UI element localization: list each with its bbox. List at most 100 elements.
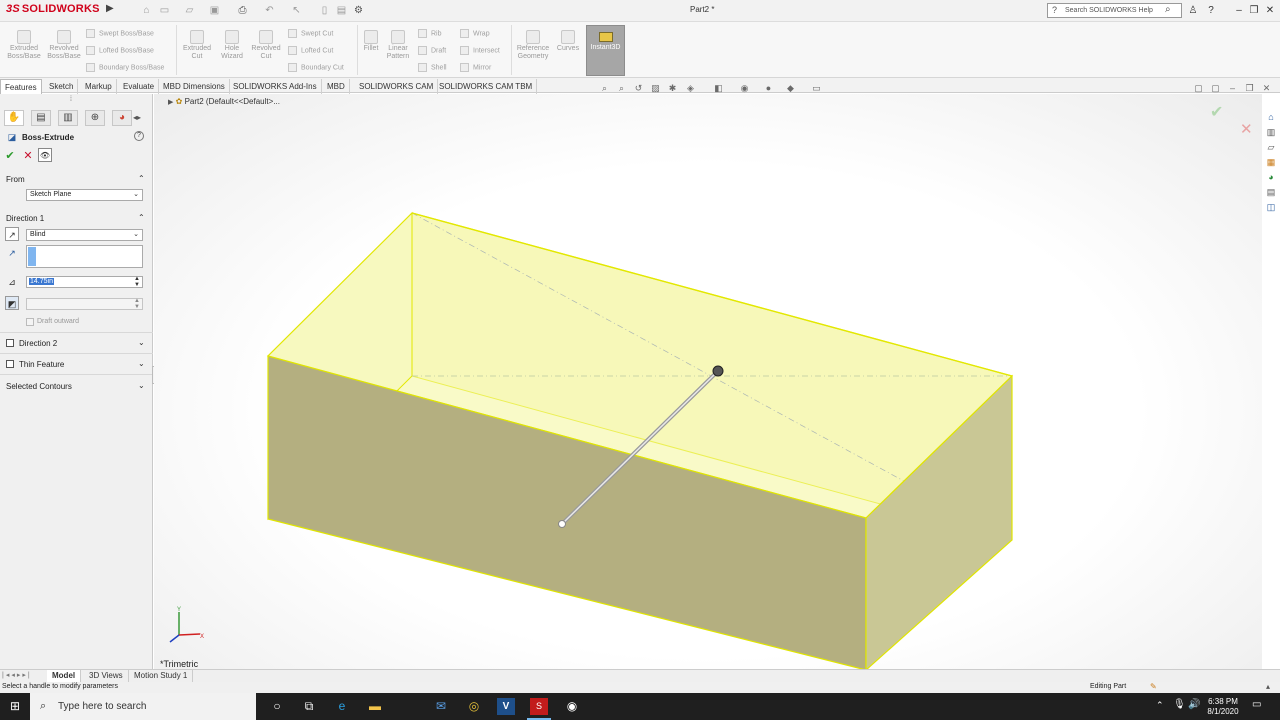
- tab-markup[interactable]: Markup: [81, 79, 117, 94]
- bottom-tab-model[interactable]: Model: [47, 670, 82, 682]
- feature-manager-tab-icon[interactable]: ✋: [4, 110, 24, 126]
- lofted-boss-button[interactable]: Lofted Boss/Base: [86, 46, 154, 55]
- end-condition-dropdown[interactable]: Blind ⌄: [26, 229, 143, 241]
- ok-checkmark-icon[interactable]: ✔: [3, 149, 17, 163]
- swept-boss-button[interactable]: Swept Boss/Base: [86, 29, 154, 38]
- extruded-boss-button[interactable]: Extruded Boss/Base: [4, 30, 44, 61]
- direction2-checkbox[interactable]: [6, 339, 14, 347]
- design-library-icon[interactable]: ▥: [1264, 126, 1278, 139]
- options-gear-icon[interactable]: ⚙: [352, 4, 365, 17]
- draft-outward-checkbox[interactable]: [26, 318, 34, 326]
- extruded-cut-button[interactable]: Extruded Cut: [180, 30, 214, 61]
- configuration-manager-tab-icon[interactable]: ▥: [58, 110, 78, 126]
- expand-direction2-chevron-icon[interactable]: ⌄: [138, 338, 145, 347]
- depth-drag-handle[interactable]: [712, 365, 724, 377]
- help-search-box[interactable]: ? Search SOLIDWORKS Help ⌕: [1047, 3, 1182, 18]
- depth-input[interactable]: 14.75in ▲ ▼: [26, 276, 143, 288]
- appearances-icon[interactable]: ◕: [1264, 171, 1278, 184]
- confirm-cancel-icon[interactable]: ✕: [1240, 120, 1253, 138]
- linear-pattern-button[interactable]: Linear Pattern: [384, 30, 412, 61]
- draft-spinner-icon[interactable]: ▲ ▼: [134, 298, 140, 310]
- task-view-icon[interactable]: ⧉: [300, 698, 318, 715]
- chrome-icon[interactable]: ◎: [465, 698, 483, 715]
- rib-button[interactable]: Rib: [418, 29, 442, 38]
- wrap-button[interactable]: Wrap: [460, 29, 490, 38]
- menu-expand-arrow-icon[interactable]: ▶: [106, 3, 114, 14]
- collapse-from-chevron-icon[interactable]: ⌃: [138, 174, 145, 183]
- file-properties-icon[interactable]: ▤: [335, 4, 348, 17]
- thin-feature-checkbox[interactable]: [6, 360, 14, 368]
- display-manager-tab-icon[interactable]: ◕: [112, 110, 132, 126]
- revolved-boss-button[interactable]: Revolved Boss/Base: [45, 30, 83, 61]
- lofted-cut-button[interactable]: Lofted Cut: [288, 46, 333, 55]
- intersect-button[interactable]: Intersect: [460, 46, 500, 55]
- depth-spinner-icon[interactable]: ▲ ▼: [134, 276, 140, 288]
- reference-geometry-button[interactable]: Reference Geometry: [514, 30, 552, 61]
- tab-features[interactable]: Features: [0, 79, 42, 94]
- tab-mbd-dimensions[interactable]: MBD Dimensions: [159, 79, 230, 94]
- tab-scroll-arrows-icon[interactable]: |◂◂▸▸|: [2, 671, 32, 679]
- user-account-icon[interactable]: ♙: [1186, 3, 1200, 18]
- close-window-icon[interactable]: ✕: [1263, 3, 1277, 18]
- rebuild-status-icon[interactable]: ✎: [1150, 682, 1157, 691]
- customize-status-icon[interactable]: ▴: [1266, 682, 1270, 691]
- open-icon[interactable]: ▱: [183, 4, 196, 17]
- help-icon[interactable]: ?: [1204, 3, 1218, 18]
- detailed-preview-eye-icon[interactable]: 👁: [38, 148, 52, 162]
- restore-window-icon[interactable]: ❐: [1247, 3, 1261, 18]
- shell-button[interactable]: Shell: [418, 63, 447, 72]
- extrude-preview-canvas[interactable]: [154, 94, 1262, 670]
- confirm-ok-icon[interactable]: ✔: [1210, 102, 1223, 122]
- solidworks-resources-icon[interactable]: ⌂: [1264, 111, 1278, 124]
- notifications-icon[interactable]: ▭: [1252, 699, 1261, 710]
- draft-angle-input[interactable]: ▲ ▼: [26, 298, 143, 310]
- draft-on-off-icon[interactable]: ◩: [5, 296, 19, 310]
- mail-icon[interactable]: ✉: [432, 698, 450, 715]
- show-hidden-icons-icon[interactable]: ⌃: [1156, 700, 1164, 711]
- help-circle-icon[interactable]: ?: [134, 131, 144, 141]
- instant3d-button[interactable]: Instant3D: [586, 25, 625, 76]
- hole-wizard-button[interactable]: Hole Wizard: [216, 30, 248, 61]
- expand-selected-contours-chevron-icon[interactable]: ⌄: [138, 381, 145, 390]
- tab-solidworks-add-ins[interactable]: SOLIDWORKS Add-Ins: [229, 79, 322, 94]
- windows-start-icon[interactable]: ⊞: [6, 698, 24, 715]
- from-dropdown[interactable]: Sketch Plane ⌄: [26, 189, 143, 201]
- view-palette-icon[interactable]: ▦: [1264, 156, 1278, 169]
- boundary-cut-button[interactable]: Boundary Cut: [288, 63, 344, 72]
- search-icon[interactable]: ⌕: [1165, 4, 1171, 15]
- select-icon[interactable]: ↖: [290, 4, 303, 17]
- clock[interactable]: 6:38 PM 8/1/2020: [1204, 697, 1242, 717]
- swept-cut-button[interactable]: Swept Cut: [288, 29, 333, 38]
- bottom-tab-motion-study-1[interactable]: Motion Study 1: [129, 670, 194, 682]
- panel-splitter-icon[interactable]: ⁞: [70, 96, 72, 103]
- reverse-direction-icon[interactable]: ↗: [5, 227, 19, 241]
- mirror-button[interactable]: Mirror: [460, 63, 491, 72]
- bottom-tab-3d-views[interactable]: 3D Views: [84, 670, 129, 682]
- fillet-button[interactable]: Fillet: [360, 30, 382, 53]
- dimxpert-tab-icon[interactable]: ⊕: [85, 110, 105, 126]
- rebuild-icon[interactable]: ▯: [318, 4, 331, 17]
- volume-icon[interactable]: 🔊: [1188, 699, 1200, 710]
- draft-button[interactable]: Draft: [418, 46, 446, 55]
- expand-arrow-icon[interactable]: ▶: [168, 99, 173, 106]
- file-explorer-icon[interactable]: ▱: [1264, 141, 1278, 154]
- curves-button[interactable]: Curves: [554, 30, 582, 53]
- direction-of-extrusion-field[interactable]: [26, 245, 143, 268]
- property-manager-tab-icon[interactable]: ▤: [31, 110, 51, 126]
- custom-properties-icon[interactable]: ▤: [1264, 186, 1278, 199]
- tab-mbd[interactable]: MBD: [323, 79, 350, 94]
- minimize-window-icon[interactable]: –: [1232, 3, 1246, 18]
- file-explorer-taskbar-icon[interactable]: ▬: [366, 698, 384, 715]
- boundary-boss-button[interactable]: Boundary Boss/Base: [86, 63, 164, 72]
- revolved-cut-button[interactable]: Revolved Cut: [249, 30, 283, 61]
- print-icon[interactable]: ⎙: [236, 4, 249, 17]
- new-document-icon[interactable]: ▭: [158, 4, 171, 17]
- expand-thin-feature-chevron-icon[interactable]: ⌄: [138, 359, 145, 368]
- tab-evaluate[interactable]: Evaluate: [119, 79, 160, 94]
- more-tabs-arrow-icon[interactable]: ◂▸: [133, 113, 141, 122]
- solidworks-taskbar-icon[interactable]: S: [530, 698, 548, 715]
- graphics-viewport[interactable]: ✔ ✕ ▶ ✿ Part2 (Default<<Default>... Y X …: [154, 94, 1262, 670]
- forum-icon[interactable]: ◫: [1264, 201, 1278, 214]
- feature-tree-flyout[interactable]: ▶ ✿ Part2 (Default<<Default>...: [168, 97, 280, 106]
- tab-sketch[interactable]: Sketch: [45, 79, 79, 94]
